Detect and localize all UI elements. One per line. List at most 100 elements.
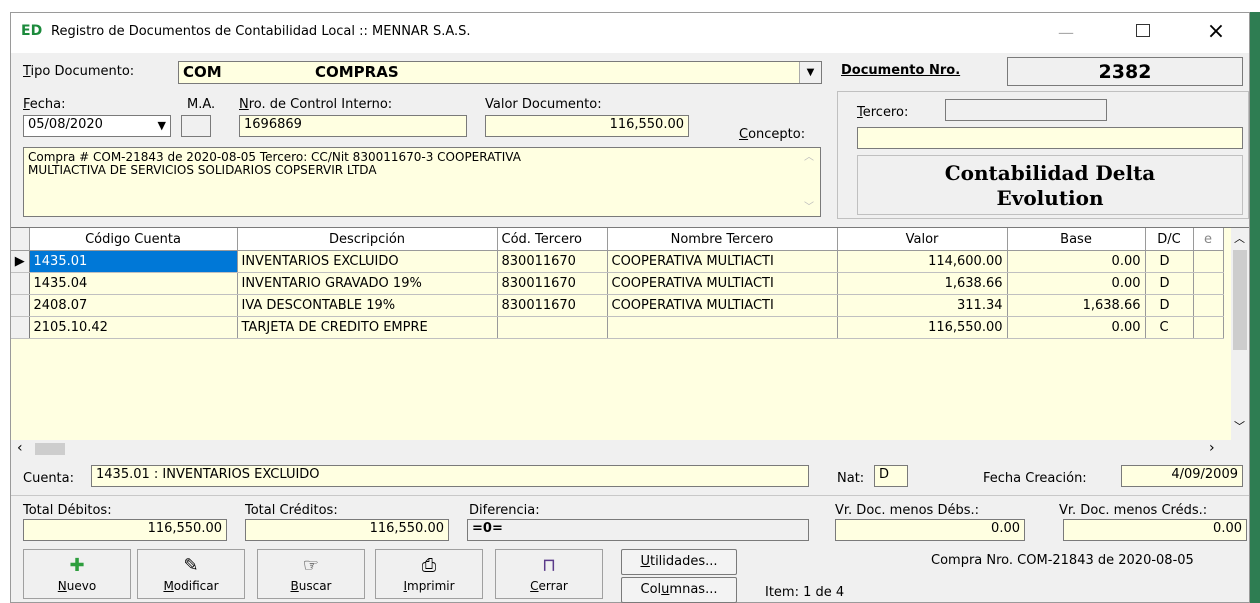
cell-base[interactable]: 1,638.66: [1007, 294, 1146, 317]
cerrar-label: Cerrar: [530, 579, 568, 593]
grid-horizontal-scrollbar[interactable]: ‹ ›: [11, 440, 1249, 457]
cerrar-button[interactable]: ⊓ Cerrar: [495, 549, 603, 599]
cell-nombre-tercero[interactable]: COOPERATIVA MULTIACTI: [607, 272, 838, 295]
tipo-code: COM: [183, 63, 222, 81]
tercero-name-field[interactable]: [857, 127, 1243, 149]
concepto-scroll-down-icon[interactable]: ﹀: [804, 201, 814, 214]
scroll-up-icon[interactable]: ︿: [1234, 230, 1245, 246]
cell-codigo[interactable]: 2105.10.42: [29, 316, 238, 339]
cell-nombre-tercero[interactable]: COOPERATIVA MULTIACTI: [607, 250, 838, 273]
concepto-scroll-up-icon[interactable]: ︿: [804, 151, 814, 164]
cell-codigo[interactable]: 2408.07: [29, 294, 238, 317]
close-icon[interactable]: ×: [1201, 17, 1231, 47]
col-header-nombre-tercero[interactable]: Nombre Tercero: [607, 228, 838, 251]
cell-base[interactable]: 0.00: [1007, 316, 1146, 339]
minimize-icon[interactable]: —: [1051, 23, 1081, 43]
col-header-extra[interactable]: e: [1193, 228, 1224, 251]
table-row[interactable]: ▶ 1435.01 INVENTARIOS EXCLUIDO 830011670…: [11, 250, 1224, 273]
nat-label: Nat:: [837, 471, 865, 486]
cell-cod-tercero[interactable]: 830011670: [497, 250, 608, 273]
fecha-field[interactable]: 05/08/2020 ▼: [23, 115, 171, 137]
cell-valor[interactable]: 1,638.66: [837, 272, 1008, 295]
cell-cod-tercero[interactable]: [497, 316, 608, 339]
scroll-left-icon[interactable]: ‹: [17, 440, 23, 456]
tercero-code-field[interactable]: [945, 99, 1107, 121]
cuenta-field[interactable]: 1435.01 : INVENTARIOS EXCLUIDO: [91, 465, 809, 487]
fecha-creacion-field[interactable]: 4/09/2009: [1121, 465, 1243, 487]
cell-cod-tercero[interactable]: 830011670: [497, 294, 608, 317]
cell-dc[interactable]: D: [1145, 294, 1194, 317]
cell-dc[interactable]: C: [1145, 316, 1194, 339]
cell-nombre-tercero[interactable]: [607, 316, 838, 339]
cell-codigo[interactable]: 1435.04: [29, 272, 238, 295]
nat-field[interactable]: D: [874, 465, 908, 487]
cell-descripcion[interactable]: INVENTARIO GRAVADO 19%: [237, 272, 498, 295]
row-indicator: [11, 316, 30, 339]
control-interno-field[interactable]: 1696869: [239, 115, 467, 137]
cell-dc[interactable]: D: [1145, 250, 1194, 273]
hscroll-thumb[interactable]: [35, 443, 65, 455]
cell-valor[interactable]: 114,600.00: [837, 250, 1008, 273]
cell-base[interactable]: 0.00: [1007, 250, 1146, 273]
col-header-descripcion[interactable]: Descripción: [237, 228, 498, 251]
cell-dc[interactable]: D: [1145, 272, 1194, 295]
control-interno-label: Nro. de Control Interno:: [239, 97, 393, 112]
row-pointer-icon: ▶: [11, 250, 30, 273]
cell-nombre-tercero[interactable]: COOPERATIVA MULTIACTI: [607, 294, 838, 317]
desktop-edge: [1250, 0, 1260, 603]
concepto-label: Concepto:: [739, 127, 806, 142]
table-row[interactable]: 2408.07 IVA DESCONTABLE 19% 830011670 CO…: [11, 294, 1224, 317]
col-header-dc[interactable]: D/C: [1145, 228, 1194, 251]
cell-codigo[interactable]: 1435.01: [29, 250, 238, 273]
documento-nro-value: 2382: [1007, 57, 1243, 86]
accounts-grid[interactable]: Código Cuenta Descripción Cód. Tercero N…: [11, 227, 1249, 457]
col-header-base[interactable]: Base: [1007, 228, 1146, 251]
cell-descripcion[interactable]: TARJETA DE CREDITO EMPRE: [237, 316, 498, 339]
cell-valor[interactable]: 116,550.00: [837, 316, 1008, 339]
tipo-documento-select[interactable]: COM COMPRAS: [178, 61, 822, 84]
col-header-cod-tercero[interactable]: Cód. Tercero: [497, 228, 608, 251]
grid-header-row: Código Cuenta Descripción Cód. Tercero N…: [11, 228, 1224, 251]
cuenta-label: Cuenta:: [23, 471, 74, 486]
main-window: ED Registro de Documentos de Contabilida…: [10, 12, 1250, 603]
cell-descripcion[interactable]: IVA DESCONTABLE 19%: [237, 294, 498, 317]
tipo-name: COMPRAS: [315, 63, 399, 81]
vr-debs-field: 0.00: [835, 519, 1025, 541]
ma-field[interactable]: [181, 115, 211, 137]
nuevo-button[interactable]: ✚ Nuevo: [23, 549, 131, 599]
tipo-dropdown-button[interactable]: ▼: [799, 62, 821, 83]
utilidades-button[interactable]: Utilidades...: [621, 549, 737, 575]
fecha-value: 05/08/2020: [28, 117, 103, 132]
grid-vertical-scrollbar[interactable]: ︿ ﹀: [1231, 228, 1249, 440]
cell-extra[interactable]: [1193, 316, 1224, 339]
vr-creds-label: Vr. Doc. menos Créds.:: [1059, 503, 1208, 518]
cell-extra[interactable]: [1193, 294, 1224, 317]
imprimir-label: Imprimir: [403, 579, 455, 593]
ma-label: M.A.: [187, 97, 216, 112]
table-row[interactable]: 2105.10.42 TARJETA DE CREDITO EMPRE 116,…: [11, 316, 1224, 339]
cell-base[interactable]: 0.00: [1007, 272, 1146, 295]
cell-extra[interactable]: [1193, 272, 1224, 295]
table-row[interactable]: 1435.04 INVENTARIO GRAVADO 19% 830011670…: [11, 272, 1224, 295]
col-header-codigo[interactable]: Código Cuenta: [29, 228, 238, 251]
valor-documento-field[interactable]: 116,550.00: [485, 115, 689, 137]
concepto-textarea[interactable]: Compra # COM-21843 de 2020-08-05 Tercero…: [23, 147, 821, 217]
cell-descripcion[interactable]: INVENTARIOS EXCLUIDO: [237, 250, 498, 273]
col-header-valor[interactable]: Valor: [837, 228, 1008, 251]
cell-cod-tercero[interactable]: 830011670: [497, 272, 608, 295]
item-counter: Item: 1 de 4: [765, 585, 845, 600]
imprimir-button[interactable]: ⎙ Imprimir: [375, 549, 483, 599]
columnas-button[interactable]: Columnas...: [621, 577, 737, 603]
cell-valor[interactable]: 311.34: [837, 294, 1008, 317]
row-indicator: [11, 272, 30, 295]
scroll-thumb[interactable]: [1233, 250, 1247, 350]
scroll-down-icon[interactable]: ﹀: [1234, 418, 1245, 434]
fecha-dropdown-icon[interactable]: ▼: [158, 119, 166, 132]
cell-extra[interactable]: [1193, 250, 1224, 273]
printer-icon: ⎙: [421, 555, 437, 576]
buscar-button[interactable]: ☞ Buscar: [257, 549, 365, 599]
concepto-line-2: MULTIACTIVA DE SERVICIOS SOLIDARIOS COPS…: [28, 163, 377, 177]
maximize-icon[interactable]: [1136, 24, 1150, 37]
scroll-right-icon[interactable]: ›: [1209, 440, 1215, 456]
modificar-button[interactable]: ✎ Modificar: [137, 549, 245, 599]
